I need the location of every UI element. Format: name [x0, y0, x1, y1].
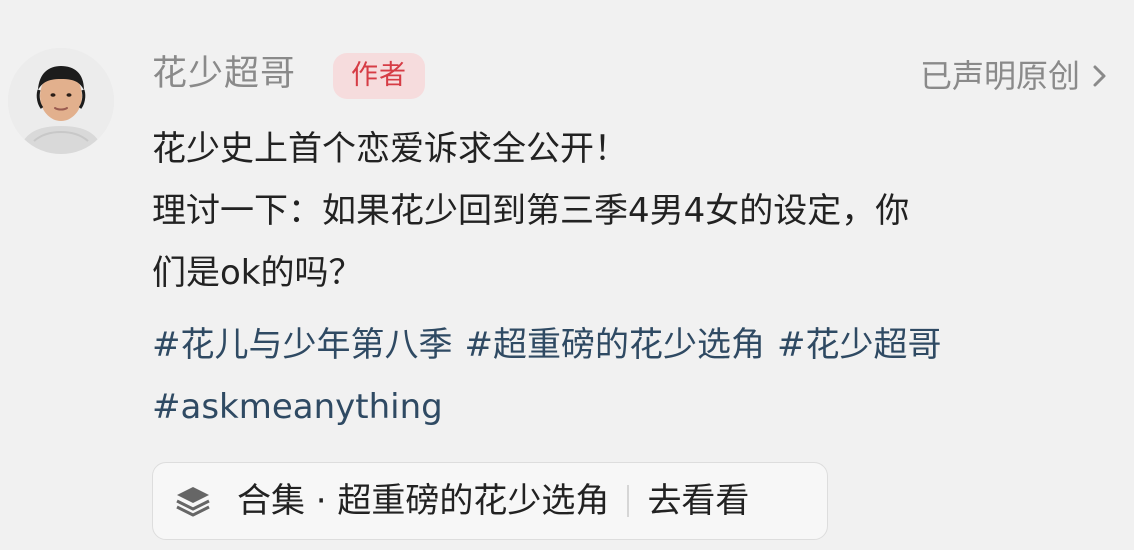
hashtag-link[interactable]: #超重磅的花少选角 [465, 325, 766, 365]
author-badge: 作者 [333, 53, 425, 99]
hashtags: #花儿与少年第八季 #超重磅的花少选角 #花少超哥 #askmeanything [152, 314, 1117, 438]
hashtag-link[interactable]: #花儿与少年第八季 [152, 325, 453, 365]
hashtag-link[interactable]: #askmeanything [152, 387, 443, 427]
avatar-image [8, 48, 114, 154]
collection-view-button[interactable]: 去看看 [647, 462, 749, 540]
post-text: 花少史上首个恋爱诉求全公开！ 理讨一下：如果花少回到第三季4男4女的设定，你 们… [152, 118, 1117, 304]
post-line-2: 理讨一下：如果花少回到第三季4男4女的设定，你 [152, 191, 910, 231]
collection-divider [627, 485, 630, 517]
hashtag-row-2: #askmeanything [152, 376, 1117, 438]
chevron-right-icon [1093, 65, 1106, 87]
original-statement-label: 已声明原创 [919, 57, 1080, 95]
layers-icon [176, 487, 210, 517]
collection-entry[interactable]: 合集 · 超重磅的花少选角 去看看 [152, 462, 828, 540]
collection-title: 合集 · 超重磅的花少选角 [237, 481, 610, 521]
post-line-1: 花少史上首个恋爱诉求全公开！ [152, 129, 628, 169]
comment-card: 花少超哥 作者 已声明原创 花少史上首个恋爱诉求全公开！ 理讨一下：如果花少回到… [0, 0, 1134, 550]
hashtag-row-1: #花儿与少年第八季 #超重磅的花少选角 #花少超哥 [152, 314, 1117, 376]
post-line-3: 们是ok的吗？ [152, 253, 363, 293]
original-statement-link[interactable]: 已声明原创 [920, 56, 1112, 96]
author-name[interactable]: 花少超哥 [152, 52, 296, 96]
avatar[interactable] [8, 48, 114, 154]
hashtag-link[interactable]: #花少超哥 [777, 325, 942, 365]
